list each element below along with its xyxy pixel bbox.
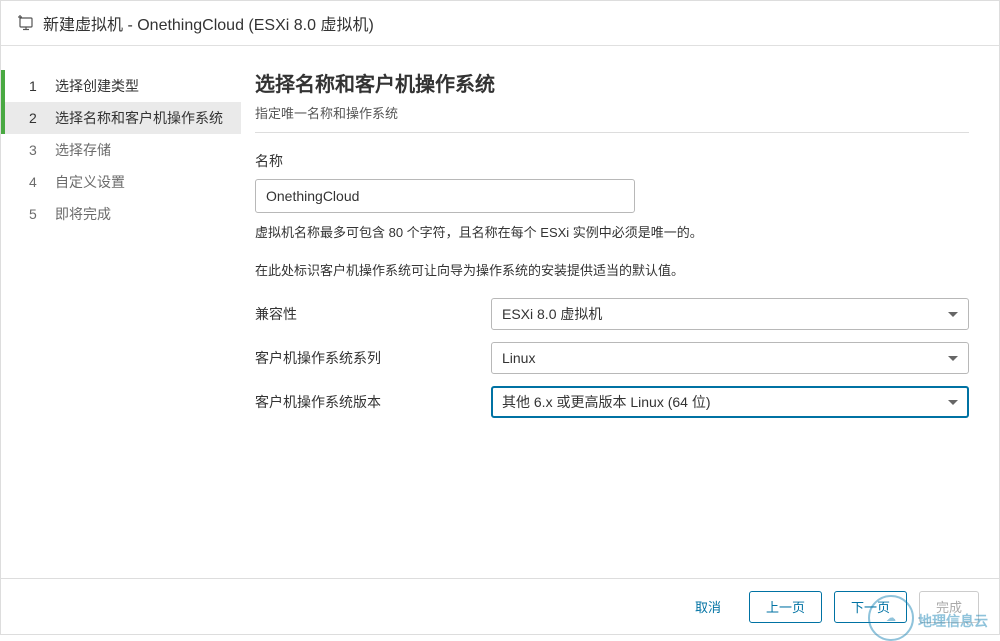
guest-os-helper-text: 在此处标识客户机操作系统可让向导为操作系统的安装提供适当的默认值。 — [255, 261, 969, 281]
step-label: 自定义设置 — [55, 172, 125, 192]
page-subtitle: 指定唯一名称和操作系统 — [255, 103, 969, 122]
page-heading: 选择名称和客户机操作系统 — [255, 68, 969, 97]
step-label: 即将完成 — [55, 204, 111, 224]
wizard-main-panel: 选择名称和客户机操作系统 指定唯一名称和操作系统 名称 虚拟机名称最多可包含 8… — [241, 46, 999, 578]
guest-os-version-row: 客户机操作系统版本 其他 6.x 或更高版本 Linux (64 位) — [255, 386, 969, 418]
name-label: 名称 — [255, 151, 969, 171]
dialog-title: 新建虚拟机 - OnethingCloud (ESXi 8.0 虚拟机) — [43, 11, 374, 35]
chevron-down-icon — [948, 356, 958, 361]
compatibility-row: 兼容性 ESXi 8.0 虚拟机 — [255, 298, 969, 330]
select-value: 其他 6.x 或更高版本 Linux (64 位) — [502, 392, 711, 412]
add-vm-icon — [17, 14, 35, 32]
step-select-name-guest-os[interactable]: 2 选择名称和客户机操作系统 — [1, 102, 241, 134]
new-vm-dialog: 新建虚拟机 - OnethingCloud (ESXi 8.0 虚拟机) 1 选… — [0, 0, 1000, 635]
name-helper-text: 虚拟机名称最多可包含 80 个字符，且名称在每个 ESXi 实例中必须是唯一的。 — [255, 223, 969, 243]
guest-os-version-select[interactable]: 其他 6.x 或更高版本 Linux (64 位) — [491, 386, 969, 418]
guest-os-family-select[interactable]: Linux — [491, 342, 969, 374]
step-label: 选择创建类型 — [55, 76, 139, 96]
chevron-down-icon — [948, 400, 958, 405]
next-button[interactable]: 下一页 — [834, 591, 907, 623]
guest-os-family-row: 客户机操作系统系列 Linux — [255, 342, 969, 374]
step-label: 选择存储 — [55, 140, 111, 160]
dialog-body: 1 选择创建类型 2 选择名称和客户机操作系统 3 选择存储 4 自定义设置 5… — [1, 46, 999, 578]
cancel-button[interactable]: 取消 — [679, 591, 737, 623]
step-select-storage[interactable]: 3 选择存储 — [1, 134, 241, 166]
step-customize-settings[interactable]: 4 自定义设置 — [1, 166, 241, 198]
step-number: 1 — [29, 78, 41, 94]
vm-name-input[interactable] — [255, 179, 635, 213]
dialog-footer: 取消 上一页 下一页 完成 — [1, 578, 999, 634]
step-number: 2 — [29, 110, 41, 126]
finish-button: 完成 — [919, 591, 979, 623]
step-ready-complete[interactable]: 5 即将完成 — [1, 198, 241, 230]
step-label: 选择名称和客户机操作系统 — [55, 108, 223, 128]
wizard-sidebar: 1 选择创建类型 2 选择名称和客户机操作系统 3 选择存储 4 自定义设置 5… — [1, 46, 241, 578]
dialog-title-bar: 新建虚拟机 - OnethingCloud (ESXi 8.0 虚拟机) — [1, 1, 999, 46]
select-value: Linux — [502, 350, 535, 366]
step-number: 5 — [29, 206, 41, 222]
step-number: 3 — [29, 142, 41, 158]
back-button[interactable]: 上一页 — [749, 591, 822, 623]
guest-os-family-label: 客户机操作系统系列 — [255, 348, 491, 368]
compatibility-label: 兼容性 — [255, 304, 491, 324]
step-select-creation-type[interactable]: 1 选择创建类型 — [1, 70, 241, 102]
step-number: 4 — [29, 174, 41, 190]
chevron-down-icon — [948, 312, 958, 317]
compatibility-select[interactable]: ESXi 8.0 虚拟机 — [491, 298, 969, 330]
divider — [255, 132, 969, 133]
guest-os-version-label: 客户机操作系统版本 — [255, 392, 491, 412]
select-value: ESXi 8.0 虚拟机 — [502, 304, 602, 324]
